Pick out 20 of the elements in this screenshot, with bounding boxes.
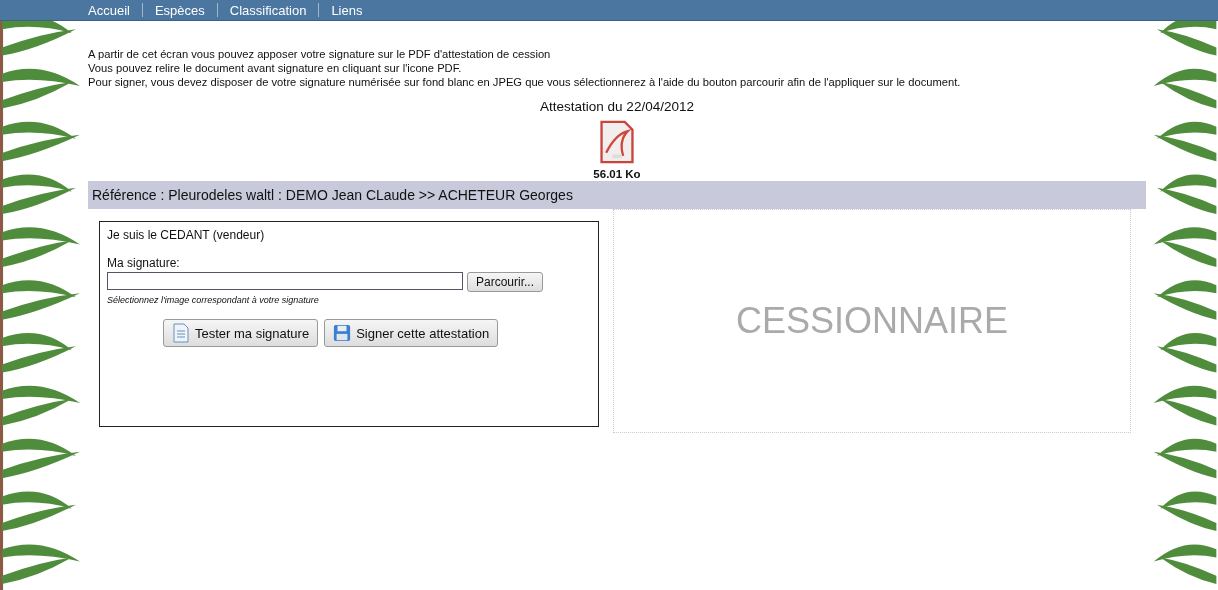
reference-text: Référence : Pleurodeles waltl : DEMO Jean CLaude >> ACHETEUR Georges bbox=[92, 187, 573, 203]
browse-button[interactable]: Parcourir... bbox=[467, 272, 544, 292]
nav-link[interactable]: Classification bbox=[229, 2, 307, 18]
cessionnaire-label: CESSIONNAIRE bbox=[735, 300, 1009, 342]
panel-title: Je suis le CEDANT (vendeur) bbox=[107, 228, 266, 242]
nav-link[interactable]: Accueil bbox=[88, 2, 130, 18]
attestation-title: Attestation du 22/04/2012 bbox=[540, 99, 694, 114]
field-label: Ma signature: bbox=[107, 256, 181, 270]
nav-link[interactable]: Liens bbox=[331, 2, 363, 18]
nav-link[interactable]: Espèces bbox=[154, 2, 205, 18]
intro-text: Pour signer, vous devez disposer de votre signature numérisée sur fond blanc en JPEG que vous sélectionnerez à l'aide du bouton parcourir afin de l'appliquer sur le document. bbox=[88, 75, 962, 89]
intro-text: A partir de cet écran vous pouvez apposer votre signature sur le PDF d'attestation de cession bbox=[88, 47, 552, 61]
file-size: 56.01 Ko bbox=[593, 168, 641, 180]
signature-file-field[interactable] bbox=[107, 272, 463, 290]
pdf-file-icon[interactable] bbox=[600, 120, 634, 164]
intro-text: Vous pouvez relire le document avant signature en cliquant sur l'icone PDF. bbox=[88, 61, 463, 75]
hint-text: Sélectionnez l'image correspondant à votre signature bbox=[107, 295, 320, 305]
document-icon bbox=[172, 323, 190, 343]
action-button[interactable]: Tester ma signature bbox=[163, 319, 319, 347]
action-button[interactable]: Signer cette attestation bbox=[324, 319, 499, 347]
